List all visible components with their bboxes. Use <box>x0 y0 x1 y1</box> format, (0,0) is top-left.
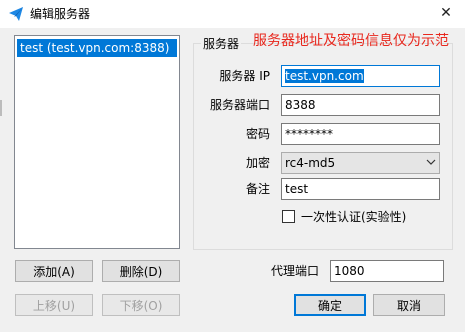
cancel-button[interactable]: 取消 <box>373 294 445 316</box>
proxy-port-label: 代理端口 <box>271 264 320 278</box>
demo-note: 服务器地址及密码信息仅为示范 <box>253 33 449 49</box>
add-button[interactable]: 添加(A) <box>15 260 93 282</box>
server-list[interactable]: test (test.vpn.com:8388) <box>14 35 180 249</box>
encryption-label: 加密 <box>245 156 270 170</box>
encryption-select[interactable]: rc4-md5 <box>281 152 440 174</box>
remarks-label: 备注 <box>245 182 270 196</box>
paper-plane-icon <box>8 6 24 22</box>
close-icon[interactable]: ✕ <box>435 2 457 24</box>
server-port-label: 服务器端口 <box>209 98 270 112</box>
server-group-label: 服务器 <box>201 37 242 51</box>
encryption-value: rc4-md5 <box>285 156 336 170</box>
chevron-down-icon <box>426 153 436 173</box>
server-ip-value: test.vpn.com <box>285 69 364 83</box>
move-down-button[interactable]: 下移(O) <box>102 294 180 316</box>
onetime-auth-checkbox[interactable] <box>282 210 295 223</box>
remarks-input[interactable]: test <box>281 178 440 200</box>
server-ip-input[interactable]: test.vpn.com <box>281 65 440 87</box>
onetime-auth-label: 一次性认证(实验性) <box>301 210 407 224</box>
delete-button[interactable]: 删除(D) <box>102 260 180 282</box>
password-label: 密码 <box>245 127 270 141</box>
move-up-button[interactable]: 上移(U) <box>15 294 93 316</box>
window-edge <box>0 100 2 116</box>
edit-server-dialog: 编辑服务器 ✕ test (test.vpn.com:8388) 添加(A) 删… <box>0 0 465 332</box>
server-port-input[interactable]: 8388 <box>281 94 440 116</box>
proxy-port-input[interactable]: 1080 <box>330 260 444 282</box>
ok-button[interactable]: 确定 <box>294 294 366 316</box>
onetime-auth-row[interactable]: 一次性认证(实验性) <box>282 208 406 225</box>
window-title: 编辑服务器 <box>30 7 91 21</box>
server-list-item[interactable]: test (test.vpn.com:8388) <box>17 39 177 57</box>
server-ip-label: 服务器 IP <box>219 69 270 83</box>
password-input[interactable]: ******** <box>281 123 440 145</box>
title-bar: 编辑服务器 ✕ <box>0 0 465 28</box>
